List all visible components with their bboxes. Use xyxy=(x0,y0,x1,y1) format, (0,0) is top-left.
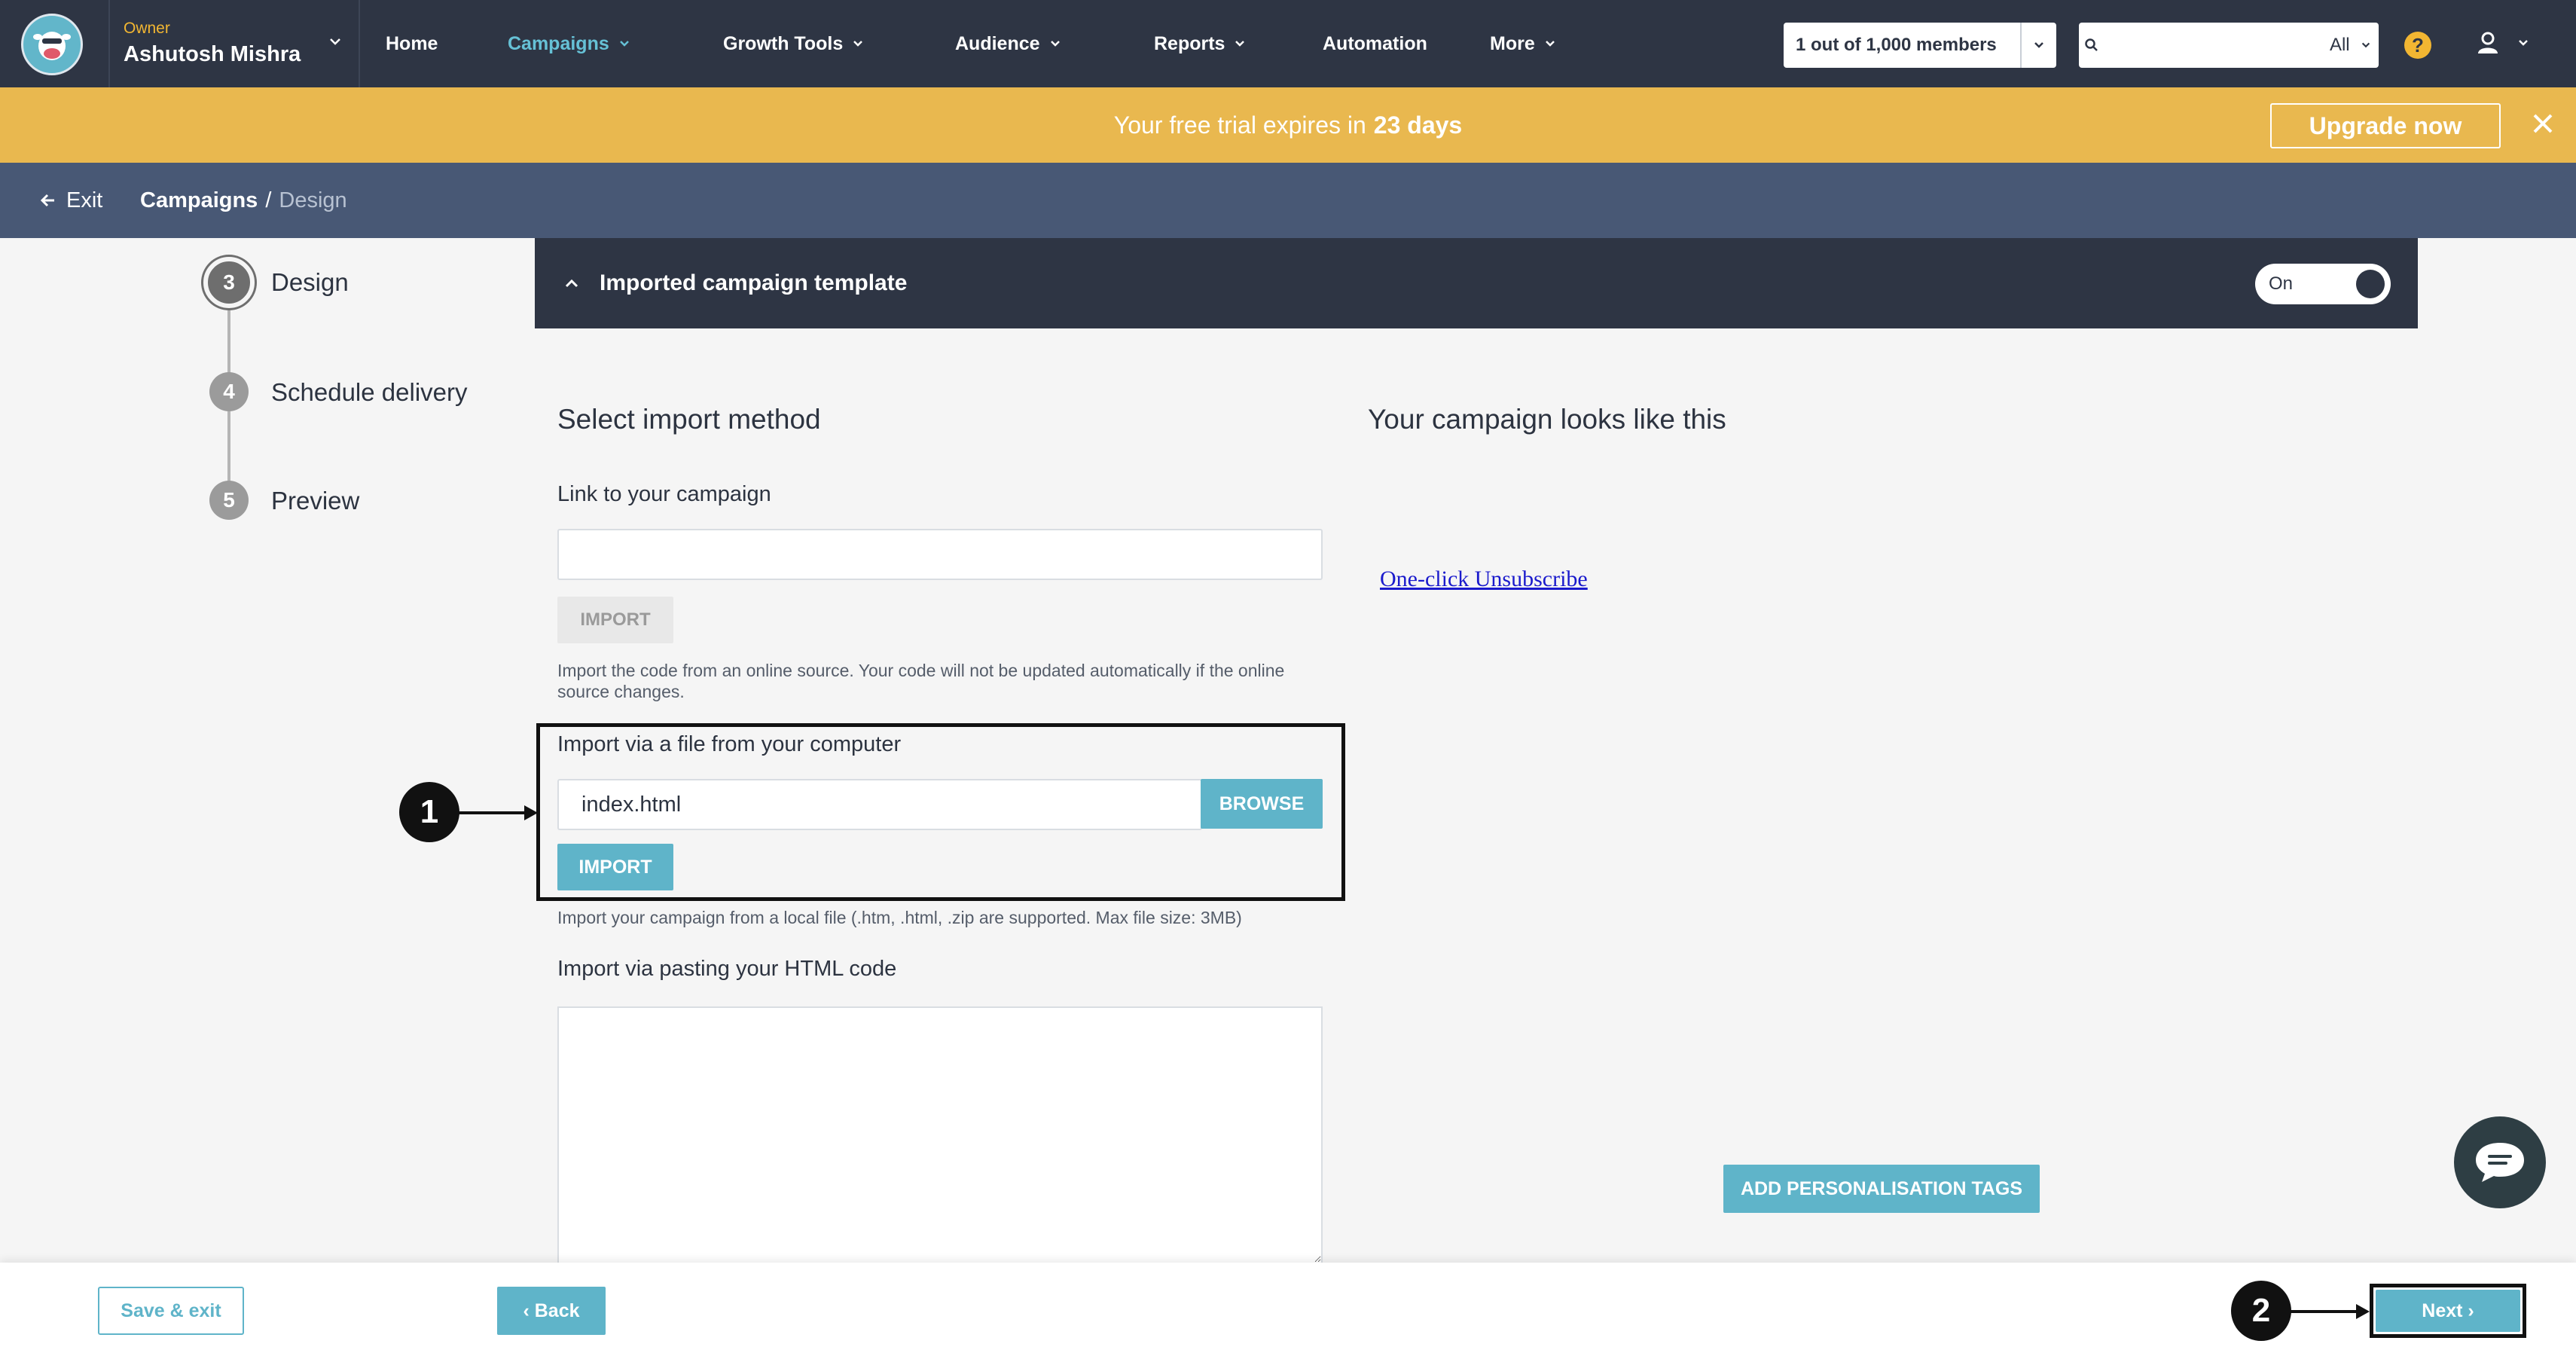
preview-heading: Your campaign looks like this xyxy=(1368,404,1726,435)
file-import-button[interactable]: IMPORT xyxy=(557,844,673,890)
file-path-value: index.html xyxy=(581,792,682,817)
chevron-down-icon xyxy=(1235,41,1245,47)
nav-home-label: Home xyxy=(386,32,438,54)
help-icon[interactable]: ? xyxy=(2404,32,2431,59)
file-import-label: Import via a file from your computer xyxy=(557,732,902,756)
chevron-down-icon xyxy=(1545,41,1555,47)
app-logo[interactable] xyxy=(21,14,83,75)
chat-icon xyxy=(2476,1143,2524,1182)
import-method-heading: Select import method xyxy=(557,404,821,435)
browse-button[interactable]: BROWSE xyxy=(1201,779,1323,829)
nav-automation[interactable]: Automation xyxy=(1323,0,1427,87)
trial-banner: Your free trial expires in 23 days xyxy=(0,87,2576,163)
back-button[interactable]: ‹ Back xyxy=(497,1287,606,1335)
search-input[interactable] xyxy=(2104,24,2322,66)
mascot-logo-icon xyxy=(33,32,71,60)
nav-reports-label: Reports xyxy=(1154,32,1225,54)
step-4-circle[interactable]: 4 xyxy=(209,372,249,411)
breadcrumb-bar xyxy=(0,163,2576,238)
account-switcher[interactable]: Owner Ashutosh Mishra xyxy=(108,0,360,87)
imported-template-title-text: Imported campaign template xyxy=(600,270,908,295)
imported-template-title: Imported campaign template xyxy=(563,238,907,328)
top-navigation: Owner Ashutosh Mishra Home Campaigns Gro… xyxy=(0,0,2576,87)
link-label: Link to your campaign xyxy=(557,482,771,506)
breadcrumb-current: Design xyxy=(279,188,347,212)
exit-label: Exit xyxy=(66,188,103,212)
link-import-hint: Import the code from an online source. Y… xyxy=(557,661,1285,701)
members-usage-label: 1 out of 1,000 members xyxy=(1796,35,1997,55)
nav-more-label: More xyxy=(1490,32,1535,54)
chevron-up-icon xyxy=(565,279,578,288)
exit-button[interactable]: Exit xyxy=(39,163,102,238)
campaign-link-input[interactable] xyxy=(557,529,1323,580)
nav-automation-label: Automation xyxy=(1323,32,1427,54)
paste-html-label: Import via pasting your HTML code xyxy=(557,957,897,981)
template-toggle-label: On xyxy=(2269,273,2294,294)
breadcrumb-campaigns[interactable]: Campaigns xyxy=(140,188,258,213)
owner-role: Owner xyxy=(124,20,170,37)
nav-audience-label: Audience xyxy=(955,32,1040,54)
trial-message: Your free trial expires in 23 days xyxy=(0,87,2576,163)
arrow-left-icon xyxy=(40,194,54,207)
chevron-down-icon xyxy=(2519,40,2528,46)
nav-more[interactable]: More xyxy=(1490,0,1556,87)
breadcrumb-separator: / xyxy=(265,188,272,212)
nav-growth-tools-label: Growth Tools xyxy=(723,32,844,54)
next-button[interactable]: Next › xyxy=(2376,1290,2520,1332)
trial-days-remaining: 23 days xyxy=(1373,111,1463,139)
close-icon[interactable] xyxy=(2531,111,2555,136)
step-3-label[interactable]: Design xyxy=(271,268,349,297)
nav-campaigns-label: Campaigns xyxy=(508,32,609,54)
chat-support-button[interactable] xyxy=(2454,1116,2546,1208)
toggle-knob xyxy=(2356,270,2385,298)
one-click-unsubscribe-link[interactable]: One-click Unsubscribe xyxy=(1380,567,1588,592)
arrow-right-icon xyxy=(456,805,538,820)
chevron-down-icon xyxy=(2361,42,2370,48)
imported-template-header[interactable]: Imported campaign template xyxy=(535,238,2418,328)
step-3-circle[interactable]: 3 xyxy=(203,257,255,308)
step-5-circle[interactable]: 5 xyxy=(209,481,249,520)
nav-growth-tools[interactable]: Growth Tools xyxy=(723,0,864,87)
add-personalisation-tags-button[interactable]: ADD PERSONALISATION TAGS xyxy=(1723,1165,2040,1213)
search-scope-value: All xyxy=(2329,35,2350,55)
user-icon xyxy=(2478,32,2498,53)
owner-name: Ashutosh Mishra xyxy=(124,42,301,66)
search-scope-select[interactable]: All xyxy=(2322,23,2379,68)
search-icon xyxy=(2085,38,2098,51)
arrow-right-icon xyxy=(2288,1304,2370,1319)
trial-message-text: Your free trial expires in xyxy=(1113,111,1366,139)
chevron-down-icon xyxy=(1050,41,1060,47)
nav-audience[interactable]: Audience xyxy=(955,0,1061,87)
paste-html-textarea[interactable] xyxy=(557,1006,1323,1263)
breadcrumb: Campaigns / Design xyxy=(140,163,347,238)
callout-1: 1 xyxy=(399,782,459,842)
upgrade-now-button[interactable]: Upgrade now xyxy=(2270,103,2501,148)
link-import-button[interactable]: IMPORT xyxy=(557,597,673,643)
chevron-down-icon xyxy=(2034,42,2043,48)
nav-reports[interactable]: Reports xyxy=(1154,0,1246,87)
callout-2: 2 xyxy=(2231,1281,2291,1341)
chevron-down-icon xyxy=(619,41,629,47)
step-5-label[interactable]: Preview xyxy=(271,487,359,515)
chevron-down-icon xyxy=(330,38,340,45)
global-search: All xyxy=(2079,23,2379,68)
members-usage-dropdown[interactable]: 1 out of 1,000 members xyxy=(1784,23,2056,68)
chevron-down-icon xyxy=(853,41,863,47)
save-exit-button[interactable]: Save & exit xyxy=(98,1287,244,1335)
members-dropdown-toggle[interactable] xyxy=(2020,23,2056,68)
user-menu[interactable] xyxy=(2475,30,2529,56)
nav-campaigns[interactable]: Campaigns xyxy=(508,0,630,87)
template-toggle[interactable]: On xyxy=(2255,264,2391,304)
wizard-footer xyxy=(0,1263,2576,1356)
nav-home[interactable]: Home xyxy=(386,0,438,87)
step-4-label[interactable]: Schedule delivery xyxy=(271,378,468,407)
file-import-hint: Import your campaign from a local file (… xyxy=(557,908,1242,927)
